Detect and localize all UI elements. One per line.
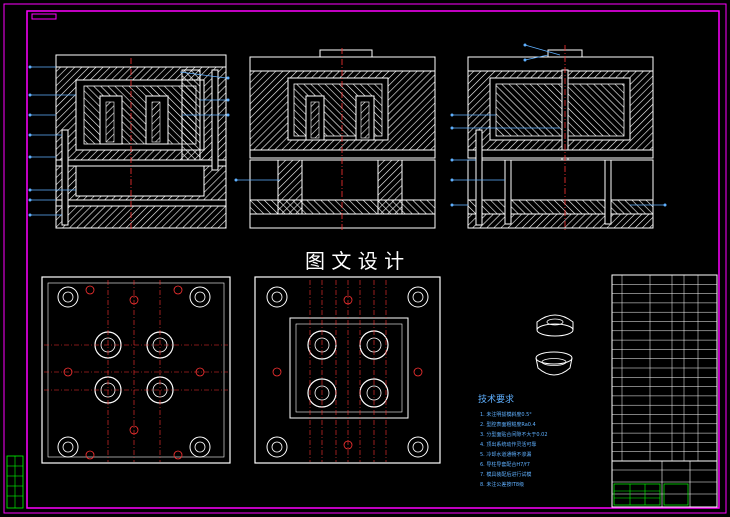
technical-requirements: 技术要求 1. 未注明拔模斜度0.5° 2. 型腔表面粗糙度Ra0.4 3. 分…: [478, 393, 548, 488]
tech-note-8: 8. 未注公差按IT8级: [480, 481, 524, 488]
title-block: [611, 460, 718, 508]
guide-pin: [271, 441, 283, 453]
guide-pin: [194, 291, 206, 303]
section-view-middle: [234, 48, 436, 230]
guide-bushing: [407, 286, 429, 308]
guide-bushing: [57, 436, 79, 458]
guide-bushing: [57, 286, 79, 308]
bill-of-materials-table: [611, 274, 718, 462]
guide-bushing: [266, 436, 288, 458]
part-isometric-sketch: [535, 314, 574, 376]
guide-bushing: [189, 436, 211, 458]
corner-tag: [31, 13, 57, 20]
tech-note-6: 6. 导柱导套配合H7/f7: [480, 461, 530, 468]
screw-hole: [85, 285, 95, 295]
mold-assembly-drawing: 图 文 设 计 技术要求 1. 未注明拔模斜度0.5° 2. 型腔表面粗糙度Ra…: [3, 3, 727, 514]
screw-hole: [413, 367, 423, 377]
margin-binding-strip: [6, 455, 24, 509]
tech-note-7: 7. 模具装配后进行试模: [480, 471, 531, 478]
guide-pin: [62, 441, 74, 453]
tech-note-3: 3. 分型面贴合间隙不大于0.02: [480, 431, 548, 438]
screw-hole: [173, 450, 183, 460]
section-view-left: [28, 54, 230, 230]
screw-hole: [272, 367, 282, 377]
plan-view-fixed-half: [254, 276, 441, 464]
guide-pin: [194, 441, 206, 453]
guide-pin: [412, 441, 424, 453]
guide-pin: [62, 291, 74, 303]
guide-bushing: [407, 436, 429, 458]
tech-notes-title: 技术要求: [478, 393, 514, 405]
guide-bushing: [266, 286, 288, 308]
tech-note-4: 4. 顶出系统动作灵活可靠: [480, 441, 536, 448]
tech-note-1: 1. 未注明拔模斜度0.5°: [480, 411, 532, 418]
cad-drawing-viewport[interactable]: 图 文 设 计 技术要求 1. 未注明拔模斜度0.5° 2. 型腔表面粗糙度Ra…: [0, 0, 730, 517]
tech-note-5: 5. 冷却水道通畅不渗漏: [480, 451, 531, 458]
section-view-right: [450, 43, 667, 230]
drawing-watermark: 图 文 设 计: [305, 249, 404, 273]
screw-hole: [85, 450, 95, 460]
tech-note-2: 2. 型腔表面粗糙度Ra0.4: [480, 421, 536, 428]
screw-hole: [173, 285, 183, 295]
guide-pin: [271, 291, 283, 303]
guide-pin: [412, 291, 424, 303]
plan-view-moving-half: [41, 276, 231, 464]
guide-bushing: [189, 286, 211, 308]
